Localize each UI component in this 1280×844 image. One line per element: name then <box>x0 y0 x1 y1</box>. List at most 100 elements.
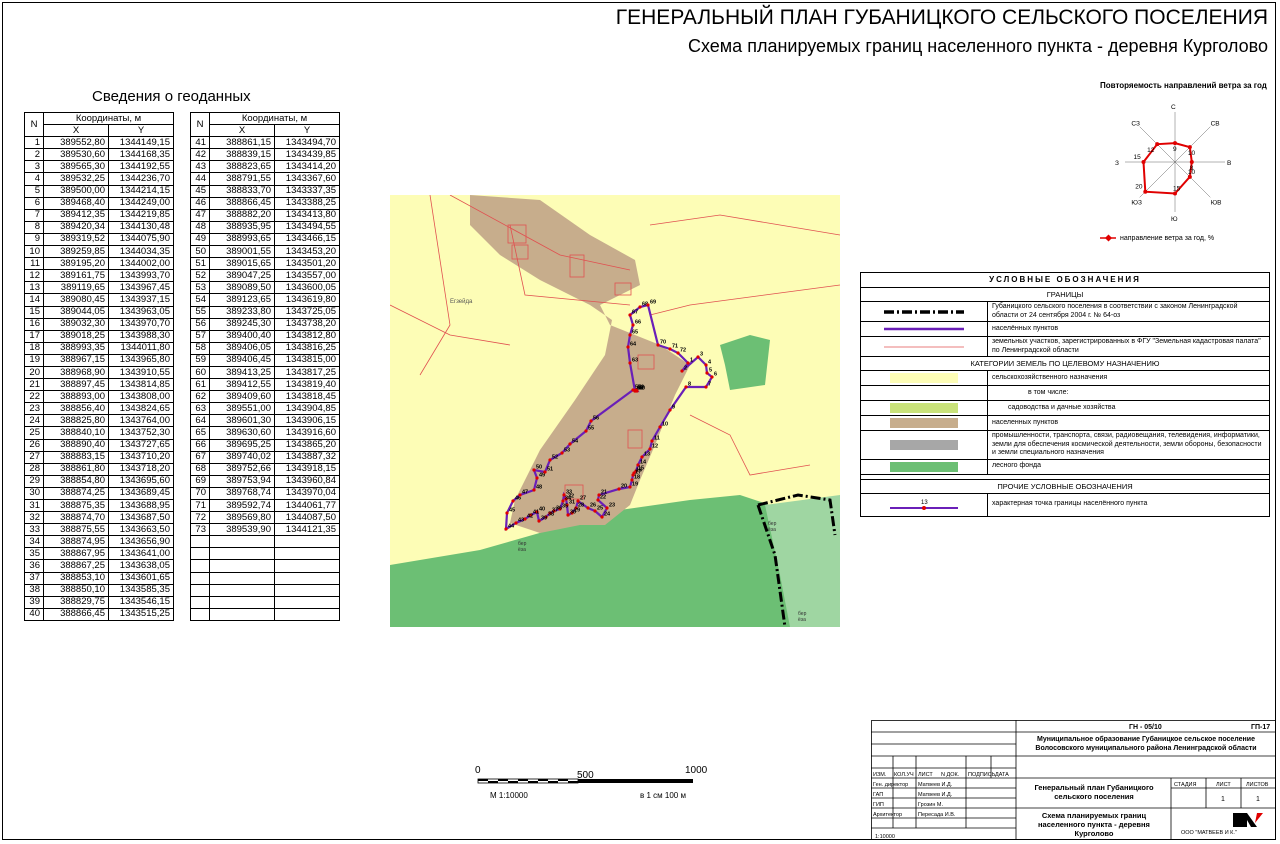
coord-y: 1343601,65 <box>108 571 174 585</box>
coord-y: 1343808,00 <box>108 390 174 404</box>
table-row: 70 389768,74 1343970,04 <box>190 486 340 501</box>
coord-y: 1344034,35 <box>108 245 174 259</box>
wind-legend-marker <box>1104 234 1113 242</box>
legend-indus-text: промышленности, транспорта, связи, радио… <box>992 432 1262 456</box>
wind-value-marker <box>1189 160 1194 164</box>
point-number: 37 <box>24 571 44 585</box>
boundary-point-label: 62 <box>637 386 643 392</box>
coord-y: 1343764,00 <box>108 414 174 428</box>
legend-section-categories: КАТЕГОРИИ ЗЕМЕЛЬ ПО ЦЕЛЕВОМУ НАЗНАЧЕНИЮ <box>861 357 1269 371</box>
table-row: 43 388823,65 1343414,20 <box>190 160 340 174</box>
boundary-point-label: 51 <box>547 467 553 473</box>
point-number <box>190 583 210 597</box>
boundary-point-label: 18 <box>634 475 640 481</box>
coord-x: 388829,75 <box>43 595 109 609</box>
boundary-point-label: 11 <box>654 436 660 442</box>
boundary-point-label: 8 <box>688 382 691 388</box>
coord-x: 388967,15 <box>43 353 109 367</box>
point-number: 60 <box>190 365 210 380</box>
table-row <box>190 547 340 561</box>
coord-y: 1343910,55 <box>108 365 174 380</box>
boundary-point-label: 52 <box>552 455 558 461</box>
legend-agri-text: сельскохозяйственного назначения <box>992 373 1108 381</box>
legend-row-parcels: земельных участков, зарегистрированных в… <box>861 337 1269 357</box>
table-row: 29 388854,80 1343695,60 <box>24 474 174 488</box>
doc-title: Генеральный план Губаницкого сельского п… <box>1034 783 1154 801</box>
coord-x: 388867,25 <box>43 559 109 573</box>
boundary-point-label: 67 <box>632 310 638 316</box>
role-2: ГИП <box>873 802 884 808</box>
h-list: ЛИСТ <box>918 772 933 778</box>
boundary-point-label: 72 <box>680 348 686 354</box>
point-number: 35 <box>24 547 44 561</box>
coord-x: 389539,90 <box>209 523 275 537</box>
coord-y: 1343453,20 <box>274 245 340 259</box>
wind-value-marker <box>1173 141 1177 146</box>
boundary-point-label: 45 <box>509 508 515 514</box>
coord-y: 1343619,80 <box>274 293 340 307</box>
col-coords: Координаты, м <box>43 111 174 126</box>
list-header: ЛИСТ <box>1216 782 1231 788</box>
legend-row-agri: сельскохозяйственного назначения <box>861 371 1269 386</box>
coord-y: 1343812,80 <box>274 329 340 343</box>
point-number: 9 <box>24 232 44 247</box>
coord-x: 388791,55 <box>209 172 275 186</box>
table-row: 3 389565,30 1344192,55 <box>24 160 174 174</box>
coord-y: 1343414,20 <box>274 160 340 174</box>
coord-x: 389047,25 <box>209 269 275 283</box>
point-number <box>190 547 210 561</box>
table-row: 14 389080,45 1343937,15 <box>24 293 174 307</box>
table-row: 42 388839,15 1343439,85 <box>190 148 340 162</box>
table-row <box>190 607 340 621</box>
table-row: 67 389740,02 1343887,32 <box>190 450 340 464</box>
legend-row-garden: садоводства и дачные хозяйства <box>861 401 1269 416</box>
boundary-point-label: 53 <box>564 448 570 454</box>
table-row: 49 388993,65 1343466,15 <box>190 232 340 247</box>
coord-x: 389319,52 <box>43 232 109 247</box>
col-y: Y <box>274 124 340 138</box>
wind-direction-label: Ю <box>1171 216 1178 223</box>
point-number: 49 <box>190 232 210 247</box>
coord-y: 1343963,05 <box>108 305 174 319</box>
table-row: 31 388875,35 1343688,95 <box>24 498 174 513</box>
coord-y: 1343817,25 <box>274 365 340 380</box>
wind-direction-label: СЗ <box>1131 120 1140 127</box>
point-number: 44 <box>190 172 210 186</box>
coord-x: 389412,35 <box>43 208 109 222</box>
table-row: 60 389413,25 1343817,25 <box>190 365 340 380</box>
point-number: 59 <box>190 353 210 367</box>
coord-y <box>274 607 340 621</box>
coord-x: 389532,25 <box>43 172 109 186</box>
point-number: 58 <box>190 341 210 355</box>
col-n: N <box>24 111 44 138</box>
coord-x: 388874,70 <box>43 511 109 525</box>
point-number: 7 <box>24 208 44 222</box>
coord-x: 388968,90 <box>43 365 109 380</box>
table-row <box>190 571 340 585</box>
coord-x: 389245,30 <box>209 317 275 331</box>
coord-x: 388874,95 <box>43 535 109 549</box>
table-row: 22 388893,00 1343808,00 <box>24 390 174 404</box>
coord-y: 1343918,15 <box>274 462 340 476</box>
coords-table-left: N Координаты, м XY 1 389552,80 1344149,15 2 3… <box>24 111 174 621</box>
stamp-scale: 1:10000 <box>875 834 895 840</box>
coord-y: 1343600,05 <box>274 281 340 295</box>
role-3: Архитектор <box>873 812 902 818</box>
wind-direction-label: ЮВ <box>1211 200 1222 207</box>
coord-x: 389569,80 <box>209 511 275 525</box>
coord-y: 1343388,25 <box>274 196 340 210</box>
coord-y: 1343687,50 <box>108 511 174 525</box>
scale-bar: 0 500 1000 М 1:10000 в 1 см 100 м <box>475 765 708 800</box>
coord-y <box>274 595 340 609</box>
point-number: 24 <box>24 414 44 428</box>
coord-x <box>209 535 275 549</box>
coord-y: 1343413,80 <box>274 208 340 222</box>
coord-x: 388883,15 <box>43 450 109 464</box>
coord-y: 1343814,85 <box>108 378 174 392</box>
point-number: 3 <box>24 160 44 174</box>
coord-x: 389400,40 <box>209 329 275 343</box>
table-row: 8 389420,34 1344130,48 <box>24 220 174 234</box>
table-row: 51 389015,65 1343501,20 <box>190 257 340 271</box>
boundary-point-label: 54 <box>572 439 579 445</box>
table-row: 48 388935,95 1343494,55 <box>190 220 340 234</box>
